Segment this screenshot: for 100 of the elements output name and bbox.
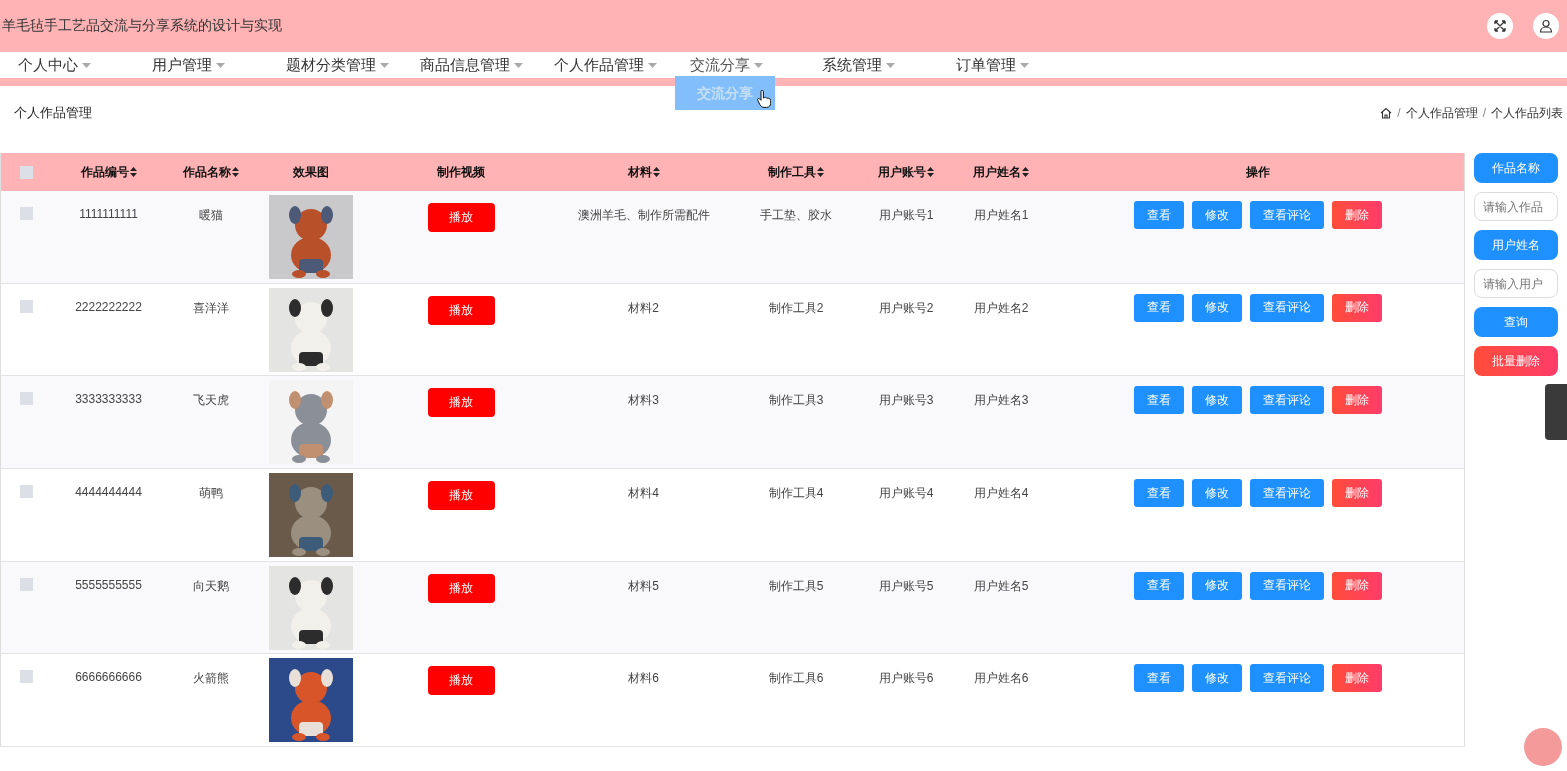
breadcrumb-separator: / [1396, 106, 1402, 120]
nav-menu-item[interactable]: 个人中心 [0, 52, 134, 78]
nav-menu-item[interactable]: 交流分享 [670, 52, 804, 78]
action-button[interactable]: 查看 [1133, 571, 1184, 600]
action-button[interactable]: 修改 [1191, 293, 1242, 322]
column-header: 操作 [1245, 163, 1270, 181]
action-button[interactable]: 查看 [1133, 201, 1184, 229]
play-button[interactable]: 播放 [427, 573, 495, 603]
action-button[interactable]: 查看评论 [1249, 293, 1324, 322]
column-header: 制作视频 [437, 163, 485, 181]
breadcrumb-separator: / [1481, 106, 1487, 120]
search-field[interactable]: 请输入作品 [1474, 192, 1558, 221]
table-cell: 用户账号2 [878, 299, 934, 317]
nav-menu-item[interactable]: 题材分类管理 [268, 52, 402, 78]
action-button[interactable]: 查看评论 [1249, 479, 1324, 508]
delete-button[interactable]: 删除 [1331, 571, 1382, 600]
table-cell: 5555555555 [75, 577, 142, 592]
checkbox[interactable] [19, 207, 33, 220]
table-cell: 材料6 [628, 670, 659, 688]
table-cell: 制作工具6 [768, 670, 824, 688]
caret-icon [82, 62, 91, 68]
delete-button[interactable]: 删除 [1331, 386, 1382, 415]
column-header: 用户姓名 [973, 163, 1021, 181]
sort-icon[interactable] [927, 167, 934, 177]
nav-menu-item[interactable]: 个人作品管理 [536, 52, 670, 78]
table-cell: 用户姓名3 [973, 392, 1029, 410]
column-header: 作品名称 [183, 163, 231, 181]
action-button[interactable]: 修改 [1191, 479, 1242, 508]
action-button[interactable]: 查看 [1133, 479, 1184, 508]
checkbox[interactable] [19, 670, 33, 684]
action-button[interactable]: 查看评论 [1249, 201, 1324, 229]
sort-icon[interactable] [652, 167, 660, 177]
action-button[interactable]: 查看 [1133, 386, 1184, 415]
caret-icon [648, 62, 657, 68]
table-cell: 用户账号5 [878, 577, 934, 595]
play-button[interactable]: 播放 [427, 388, 495, 418]
nav-menu-item[interactable]: 订单管理 [938, 52, 1072, 78]
checkbox[interactable] [19, 485, 33, 499]
delete-button[interactable]: 删除 [1331, 293, 1382, 322]
play-button[interactable]: 播放 [427, 295, 495, 325]
action-button[interactable]: 修改 [1191, 201, 1242, 229]
action-button[interactable]: 查看评论 [1249, 664, 1324, 693]
checkbox[interactable] [19, 392, 33, 406]
delete-button[interactable]: 删除 [1331, 479, 1382, 508]
nav-menu-item[interactable]: 用户管理 [134, 52, 268, 78]
breadcrumb-item[interactable]: 个人作品列表 [1491, 104, 1563, 122]
table-cell: 材料2 [628, 299, 659, 317]
caret-icon [216, 62, 225, 68]
play-button[interactable]: 播放 [427, 666, 495, 696]
nav-menu-item[interactable]: 系统管理 [804, 52, 938, 78]
table-cell: 4444444444 [75, 485, 142, 500]
action-button[interactable]: 查看 [1133, 293, 1184, 322]
sort-icon[interactable] [129, 167, 137, 177]
table-cell: 用户姓名1 [973, 207, 1029, 224]
table-cell: 材料4 [628, 485, 659, 503]
action-button[interactable]: 修改 [1191, 386, 1242, 415]
table-cell: 3333333333 [75, 392, 142, 407]
side-drawer-handle[interactable] [1545, 384, 1567, 440]
nav-menu-item[interactable]: 商品信息管理 [402, 52, 536, 78]
play-button[interactable]: 播放 [427, 481, 495, 511]
sort-icon[interactable] [232, 167, 239, 177]
table-cell: 用户姓名2 [973, 299, 1029, 317]
sort-icon[interactable] [1022, 167, 1029, 177]
table-cell: 用户姓名5 [973, 577, 1029, 595]
table-cell: 火箭熊 [193, 670, 229, 688]
hand-cursor-icon [757, 90, 771, 108]
search-label-button[interactable]: 作品名称 [1474, 153, 1558, 183]
caret-icon [514, 62, 523, 68]
delete-button[interactable]: 删除 [1331, 664, 1382, 693]
table-cell: 用户姓名4 [973, 485, 1029, 503]
checkbox[interactable] [19, 299, 33, 313]
table-cell: 用户账号3 [878, 392, 934, 410]
delete-button[interactable]: 删除 [1331, 201, 1382, 229]
table-cell: 1111111111 [79, 207, 138, 221]
search-field[interactable]: 请输入用户 [1474, 269, 1558, 298]
table-cell: 用户账号6 [878, 670, 934, 688]
table-cell: 6666666666 [75, 670, 142, 685]
batch-delete-button[interactable]: 批量删除 [1474, 346, 1558, 376]
breadcrumb-item[interactable]: 个人作品管理 [1405, 104, 1478, 122]
action-button[interactable]: 修改 [1191, 571, 1242, 600]
query-button[interactable]: 查询 [1474, 307, 1558, 337]
search-label-button[interactable]: 用户姓名 [1474, 230, 1558, 260]
action-button[interactable]: 查看 [1133, 664, 1184, 693]
table-cell: 制作工具3 [768, 392, 824, 410]
table-cell: 飞天虎 [193, 392, 229, 410]
action-button[interactable]: 查看评论 [1249, 571, 1324, 600]
home-icon[interactable] [1380, 107, 1393, 119]
column-header: 效果图 [293, 163, 329, 181]
sort-icon[interactable] [817, 167, 824, 177]
caret-icon [754, 62, 763, 68]
fullscreen-icon[interactable] [1487, 13, 1513, 39]
checkbox[interactable] [19, 165, 33, 179]
table-cell: 暖猫 [199, 207, 223, 224]
action-button[interactable]: 修改 [1191, 664, 1242, 693]
play-button[interactable]: 播放 [427, 203, 495, 232]
user-icon[interactable] [1533, 13, 1559, 39]
action-button[interactable]: 查看评论 [1249, 386, 1324, 415]
page-title: 个人作品管理 [14, 104, 92, 122]
table-cell: 用户账号1 [878, 207, 934, 224]
checkbox[interactable] [19, 577, 33, 591]
